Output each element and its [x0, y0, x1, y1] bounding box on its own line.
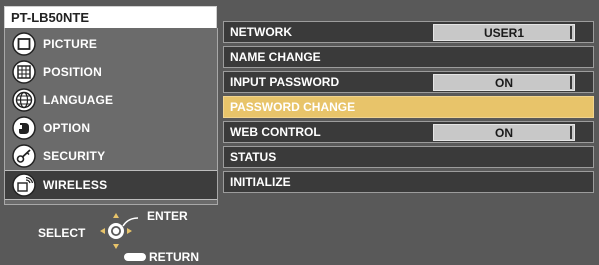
setting-label: NAME CHANGE — [230, 50, 321, 64]
controls-legend: SELECT ENTER RETURN — [4, 204, 216, 264]
menu-item-label: SECURITY — [43, 149, 106, 163]
language-icon — [12, 88, 36, 112]
picture-icon — [12, 32, 36, 56]
setting-value-box[interactable]: USER1 — [433, 24, 575, 41]
menu-item-label: POSITION — [43, 65, 102, 79]
setting-value-box[interactable]: ON — [433, 124, 575, 141]
option-icon — [12, 116, 36, 140]
value-box-end — [570, 26, 572, 39]
position-icon — [12, 60, 36, 84]
setting-row-web-control[interactable]: WEB CONTROL ON — [223, 121, 594, 143]
enter-label: ENTER — [147, 209, 188, 223]
setting-value: ON — [495, 126, 513, 140]
setting-row-password-change[interactable]: PASSWORD CHANGE — [223, 96, 594, 118]
setting-label: INPUT PASSWORD — [230, 75, 340, 89]
menu-item-wireless[interactable]: WIRELESS — [5, 170, 217, 200]
setting-row-input-password[interactable]: INPUT PASSWORD ON — [223, 71, 594, 93]
main-menu: PICTURE POSITION LANGUAGE OPTION SECURIT… — [4, 28, 218, 205]
menu-item-label: WIRELESS — [43, 178, 108, 192]
wireless-icon — [12, 173, 36, 197]
select-label: SELECT — [38, 226, 86, 240]
settings-panel: NETWORK USER1 NAME CHANGE INPUT PASSWORD… — [221, 16, 596, 259]
dpad-icon — [100, 213, 139, 249]
setting-label: INITIALIZE — [230, 175, 291, 189]
value-box-end — [570, 76, 572, 89]
setting-value: ON — [495, 76, 513, 90]
model-name-box: PT-LB50NTE — [4, 6, 217, 30]
security-icon — [12, 144, 36, 168]
menu-item-security[interactable]: SECURITY — [5, 142, 217, 170]
setting-row-initialize[interactable]: INITIALIZE — [223, 171, 594, 193]
menu-item-label: OPTION — [43, 121, 91, 135]
setting-row-status[interactable]: STATUS — [223, 146, 594, 168]
projector-menu-screen: PT-LB50NTE PICTURE POSITION LANGUAGE OPT… — [0, 0, 599, 265]
setting-label: WEB CONTROL — [230, 125, 321, 139]
value-box-end — [570, 126, 572, 139]
return-label: RETURN — [149, 250, 199, 264]
model-name: PT-LB50NTE — [11, 10, 90, 25]
setting-value: USER1 — [483, 26, 524, 40]
menu-item-picture[interactable]: PICTURE — [5, 30, 217, 58]
setting-row-network[interactable]: NETWORK USER1 — [223, 21, 594, 43]
menu-item-label: LANGUAGE — [43, 93, 114, 107]
menu-item-label: PICTURE — [43, 37, 98, 51]
menu-item-position[interactable]: POSITION — [5, 58, 217, 86]
setting-row-name-change[interactable]: NAME CHANGE — [223, 46, 594, 68]
return-button-icon — [124, 253, 146, 261]
setting-label: NETWORK — [230, 25, 292, 39]
setting-value-box[interactable]: ON — [433, 74, 575, 91]
menu-item-language[interactable]: LANGUAGE — [5, 86, 217, 114]
menu-item-option[interactable]: OPTION — [5, 114, 217, 142]
setting-label: PASSWORD CHANGE — [230, 100, 356, 114]
setting-label: STATUS — [230, 150, 277, 164]
